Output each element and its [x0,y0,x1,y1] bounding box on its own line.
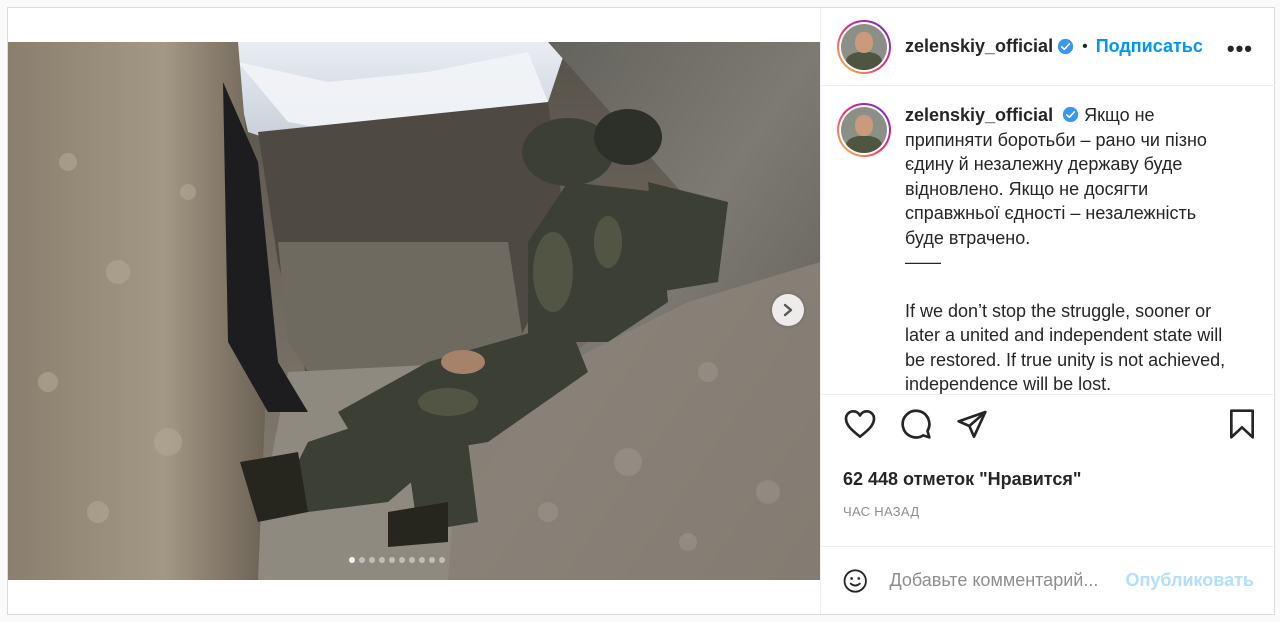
comment-icon [901,409,931,439]
comment-bar: Опубликовать [821,546,1276,614]
carousel-dot [389,557,395,563]
carousel-dot [379,557,385,563]
carousel-dot [409,557,415,563]
carousel-dot [429,557,435,563]
caption-area: zelenskiy_official Якщо не припиняти бор… [821,87,1276,394]
verified-badge-icon [1062,106,1079,123]
post-media [8,8,820,614]
header-username[interactable]: zelenskiy_official [905,36,1053,57]
caption-paragraph-uk: Якщо не припиняти боротьби – рано чи піз… [905,105,1207,248]
caption-text: zelenskiy_official Якщо не припиняти бор… [905,103,1235,394]
share-button[interactable] [955,407,989,441]
caption-paragraph-en: If we don’t stop the struggle, sooner or… [905,300,1226,395]
caption-username[interactable]: zelenskiy_official [905,105,1053,125]
action-bar [821,394,1276,454]
more-options-button[interactable]: ••• [1227,36,1253,62]
comment-input[interactable] [889,570,1116,591]
caption-separator: —— [905,252,941,272]
follow-button[interactable]: Подписаться [1096,36,1202,57]
post-header: zelenskiy_official • Подписаться ••• [821,8,1275,86]
carousel-dot [369,557,375,563]
verified-badge-icon [1057,38,1074,55]
heart-icon [844,410,876,438]
share-icon [957,410,987,438]
separator-bullet: • [1082,37,1088,55]
carousel-dot [419,557,425,563]
avatar[interactable] [837,19,891,74]
carousel-indicator [349,557,445,563]
carousel-dot [359,557,365,563]
carousel-dot [399,557,405,563]
trench-photo [8,42,820,580]
like-button[interactable] [843,407,877,441]
bookmark-icon [1230,409,1254,439]
publish-button[interactable]: Опубликовать [1125,570,1254,591]
carousel-dot-active [349,557,355,563]
comment-button[interactable] [899,407,933,441]
carousel-dot [439,557,445,563]
carousel-next-button[interactable] [772,294,804,326]
post-sidebar: zelenskiy_official • Подписаться ••• zel… [820,8,1276,614]
caption-avatar[interactable] [837,103,891,157]
emoji-icon[interactable] [843,565,867,597]
post-container: zelenskiy_official • Подписаться ••• zel… [7,7,1276,615]
like-count[interactable]: 62 448 отметок "Нравится" [843,469,1081,490]
chevron-right-icon [783,303,793,317]
post-photo[interactable] [8,42,820,580]
save-button[interactable] [1225,407,1259,441]
post-timestamp[interactable]: ЧАС НАЗАД [843,504,919,519]
